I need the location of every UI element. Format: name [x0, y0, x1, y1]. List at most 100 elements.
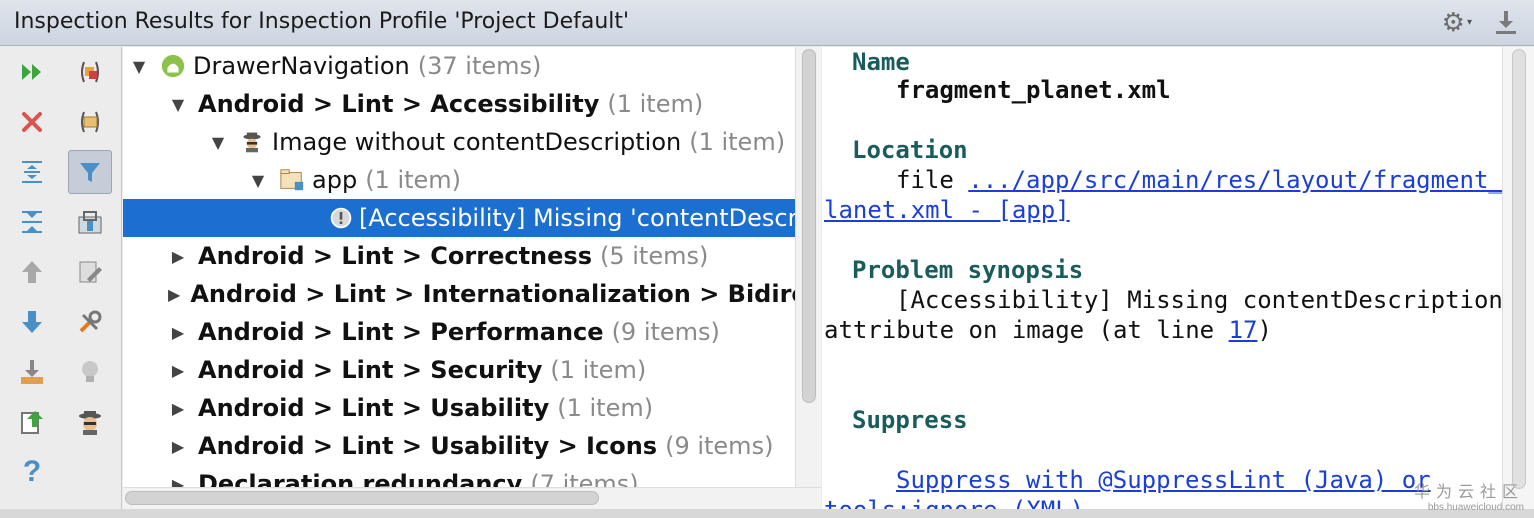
up-arrow-icon[interactable]: [10, 250, 54, 294]
tree-vertical-scrollbar[interactable]: [795, 47, 821, 487]
expanded-triangle-icon[interactable]: ▼: [129, 57, 149, 76]
scrollbar-thumb[interactable]: [125, 491, 599, 505]
name-value: fragment_planet.xml: [896, 76, 1171, 104]
expanded-triangle-icon[interactable]: ▼: [168, 95, 188, 114]
tree-node-group[interactable]: ▶ Android > Lint > Usability (1 item): [123, 389, 795, 427]
collapsed-triangle-icon[interactable]: ▶: [168, 285, 180, 304]
tree-node-label: Android > Lint > Security: [198, 356, 543, 384]
tree-node-label: Android > Lint > Internationalization > …: [190, 280, 795, 308]
inspection-toolbar: ?: [0, 47, 122, 518]
location-link-continued[interactable]: lanet.xml - [app]: [824, 196, 1070, 224]
tree-node-group[interactable]: ▶ Android > Lint > Performance (9 items): [123, 313, 795, 351]
collapsed-triangle-icon[interactable]: ▶: [168, 247, 188, 266]
tree-node-module[interactable]: ▼ app (1 item): [123, 161, 795, 199]
tree-node-group[interactable]: ▶ Android > Lint > Usability > Icons (9 …: [123, 427, 795, 465]
tree-node-inspection[interactable]: ▼ Image without contentDescription (1 it…: [123, 123, 795, 161]
watermark-text: 华为云社区: [1413, 484, 1524, 501]
bottom-border: [0, 509, 1534, 518]
lightbulb-icon: [68, 350, 112, 394]
wrench-icon[interactable]: [68, 300, 112, 344]
tree-node-label: [Accessibility] Missing 'contentDescrip: [359, 204, 795, 232]
module-folder-icon: [278, 166, 306, 194]
name-label: Name: [852, 48, 910, 76]
expanded-triangle-icon[interactable]: ▼: [208, 133, 228, 152]
tree-node-group[interactable]: ▶ Android > Lint > Correctness (5 items): [123, 237, 795, 275]
diff-icon[interactable]: [68, 200, 112, 244]
collapsed-triangle-icon[interactable]: ▶: [168, 323, 188, 342]
close-icon[interactable]: [10, 100, 54, 144]
tree-node-count: (7 items): [530, 470, 639, 487]
location-line: file .../app/src/main/res/layout/fragmen…: [896, 165, 1502, 195]
watermark-url: bbs.huaweicloud.com: [1427, 502, 1524, 513]
help-glyph: ?: [22, 455, 42, 488]
inspection-tree[interactable]: ▼ DrawerNavigation (37 items) ▼ Android …: [123, 47, 795, 487]
open-icon[interactable]: [10, 400, 54, 444]
android-project-icon: [159, 52, 187, 80]
tree-node-label: Android > Lint > Usability > Icons: [198, 432, 658, 460]
tree-node-group[interactable]: ▶ Declaration redundancy (7 items): [123, 465, 795, 487]
tree-node-root[interactable]: ▼ DrawerNavigation (37 items): [123, 47, 795, 85]
tree-node-group[interactable]: ▶ Android > Lint > Security (1 item): [123, 351, 795, 389]
suppress-label: Suppress: [852, 406, 968, 434]
location-label: Location: [852, 136, 968, 164]
group-by-directory-icon[interactable]: [68, 100, 112, 144]
synopsis-text: attribute on image (at line: [824, 316, 1229, 344]
suppress-link[interactable]: Suppress with @SuppressLint (Java) or: [896, 466, 1431, 494]
down-arrow-icon[interactable]: [10, 300, 54, 344]
synopsis-line-1: [Accessibility] Missing contentDescripti…: [896, 286, 1502, 314]
scrollbar-thumb[interactable]: [802, 49, 816, 403]
collapsed-triangle-icon[interactable]: ▶: [168, 361, 188, 380]
line-number-link[interactable]: 17: [1229, 316, 1258, 344]
group-by-severity-icon[interactable]: [68, 50, 112, 94]
synopsis-line-2: attribute on image (at line 17): [824, 315, 1272, 345]
title-bar: Inspection Results for Inspection Profil…: [0, 0, 1534, 46]
download-icon[interactable]: [1492, 8, 1520, 36]
tree-node-label: Image without contentDescription: [272, 128, 682, 156]
tree-node-problem-selected[interactable]: [Accessibility] Missing 'contentDescrip: [123, 199, 795, 237]
watermark: 华为云社区 bbs.huaweicloud.com: [1414, 478, 1524, 513]
tree-node-count: (1 item): [607, 90, 704, 118]
tree-node-count: (9 items): [611, 318, 720, 346]
tree-node-label: Android > Lint > Performance: [198, 318, 604, 346]
help-icon[interactable]: ?: [10, 450, 54, 494]
export-icon[interactable]: [10, 350, 54, 394]
tree-node-count: (1 item): [557, 394, 654, 422]
tree-node-label: Android > Lint > Correctness: [198, 242, 592, 270]
tree-node-count: (1 item): [550, 356, 647, 384]
window-title: Inspection Results for Inspection Profil…: [14, 9, 630, 34]
edit-settings-icon[interactable]: [68, 250, 112, 294]
problem-synopsis-label: Problem synopsis: [852, 256, 1084, 284]
tree-node-count: (37 items): [417, 52, 542, 80]
collapsed-triangle-icon[interactable]: ▶: [168, 437, 188, 456]
warning-icon: [329, 204, 353, 232]
expand-all-icon[interactable]: [10, 150, 54, 194]
gear-icon[interactable]: ⚙: [1442, 8, 1465, 36]
details-vertical-scrollbar[interactable]: [1502, 47, 1534, 509]
location-line-wrap: lanet.xml - [app]: [824, 195, 1070, 225]
rerun-icon[interactable]: [10, 50, 54, 94]
tree-node-group[interactable]: ▶ Android > Lint > Internationalization …: [123, 275, 795, 313]
inspector-icon: [238, 128, 266, 156]
tree-node-count: (1 item): [365, 166, 462, 194]
collapsed-triangle-icon[interactable]: ▶: [168, 475, 188, 488]
tree-horizontal-scrollbar[interactable]: [123, 487, 821, 509]
tree-node-label: Android > Lint > Usability: [198, 394, 550, 422]
location-link[interactable]: .../app/src/main/res/layout/fragment_p: [968, 166, 1502, 194]
tree-node-label: app: [312, 166, 358, 194]
filter-icon[interactable]: [68, 150, 112, 194]
tree-node-label: DrawerNavigation: [193, 52, 410, 80]
scrollbar-thumb[interactable]: [1512, 49, 1526, 489]
tree-node-label: Declaration redundancy: [198, 470, 523, 487]
synopsis-close-paren: ): [1257, 316, 1272, 344]
problem-details-panel: Name fragment_planet.xml Location file .…: [822, 47, 1502, 509]
tree-node-group[interactable]: ▼ Android > Lint > Accessibility (1 item…: [123, 85, 795, 123]
location-prefix: file: [896, 166, 954, 194]
collapsed-triangle-icon[interactable]: ▶: [168, 399, 188, 418]
inspector-icon[interactable]: [68, 400, 112, 444]
tree-node-count: (1 item): [689, 128, 786, 156]
collapse-all-icon[interactable]: [10, 200, 54, 244]
chevron-down-icon[interactable]: ▾: [1467, 17, 1472, 28]
expanded-triangle-icon[interactable]: ▼: [248, 171, 268, 190]
suppress-link-continued[interactable]: tools:ignore (XML): [824, 496, 1084, 509]
tree-node-label: Android > Lint > Accessibility: [198, 90, 600, 118]
